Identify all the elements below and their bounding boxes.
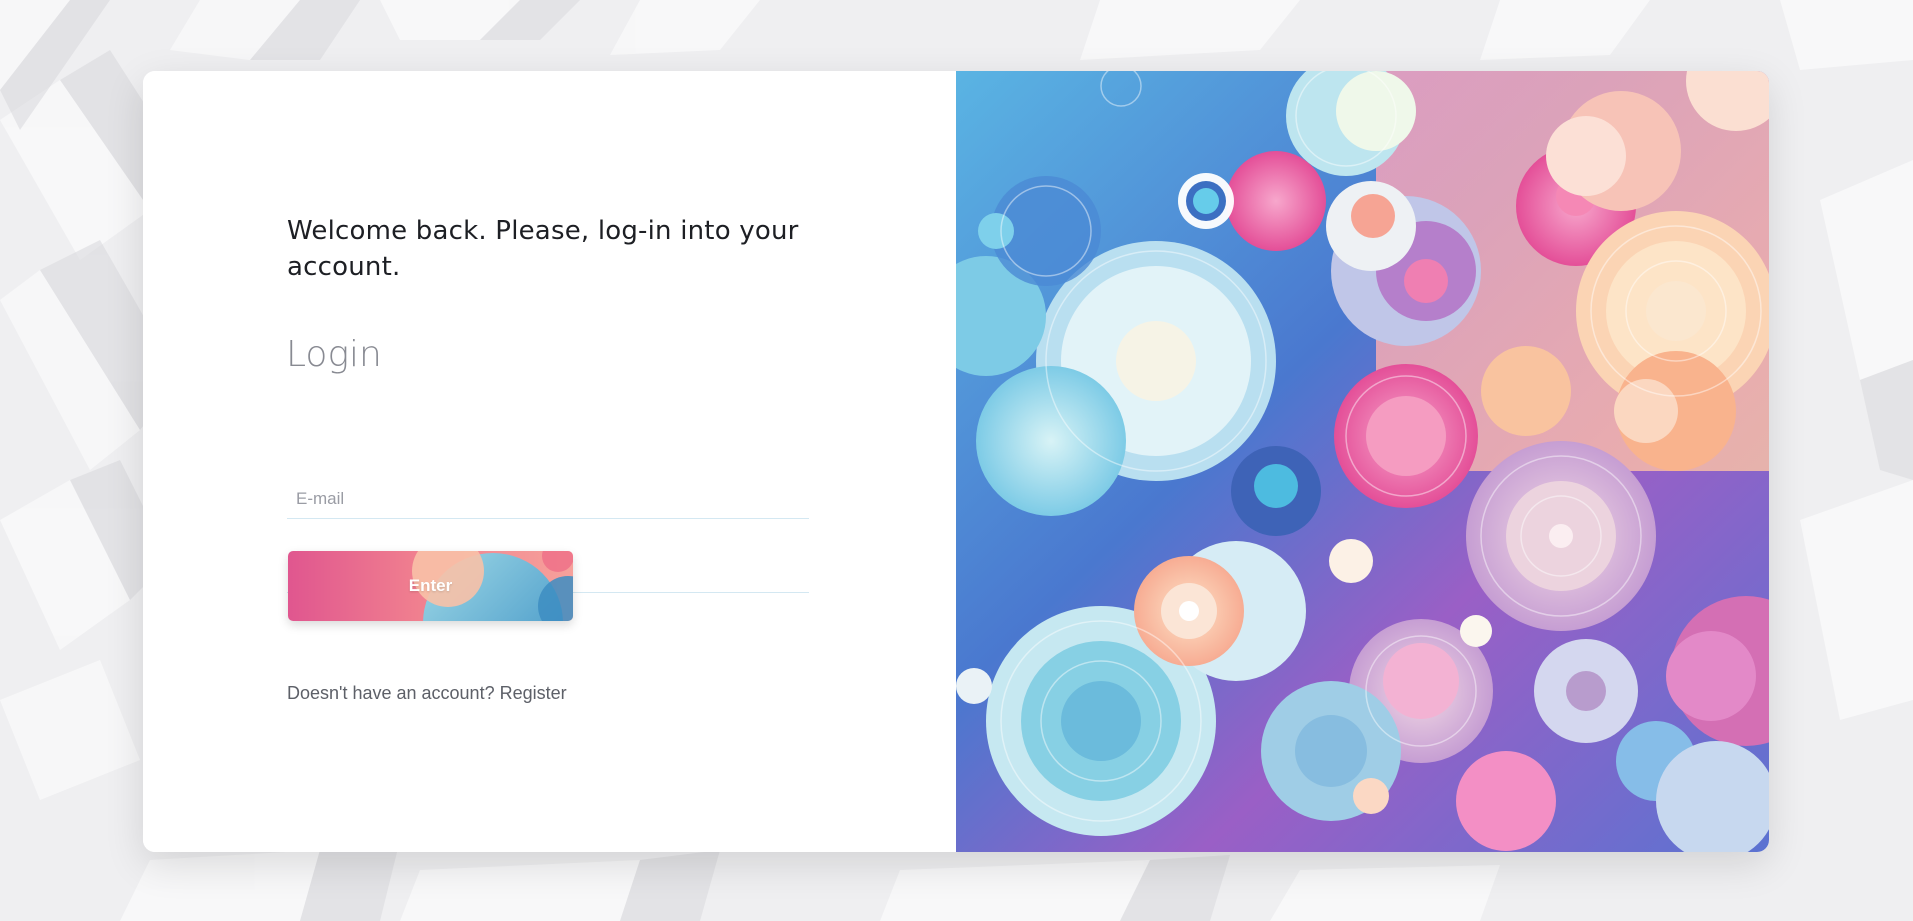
register-prompt: Doesn't have an account? [287, 683, 495, 703]
login-form-panel: Welcome back. Please, log-in into your a… [143, 71, 955, 852]
abstract-circles-artwork [956, 71, 1769, 852]
register-line: Doesn't have an account? Register [287, 683, 567, 704]
login-card: Welcome back. Please, log-in into your a… [143, 71, 1769, 852]
email-field[interactable] [287, 479, 809, 519]
enter-button[interactable]: Enter [288, 551, 573, 621]
login-title: Login [286, 334, 382, 375]
welcome-heading: Welcome back. Please, log-in into your a… [287, 216, 799, 282]
register-link[interactable]: Register [500, 683, 567, 703]
enter-button-label: Enter [408, 576, 453, 595]
